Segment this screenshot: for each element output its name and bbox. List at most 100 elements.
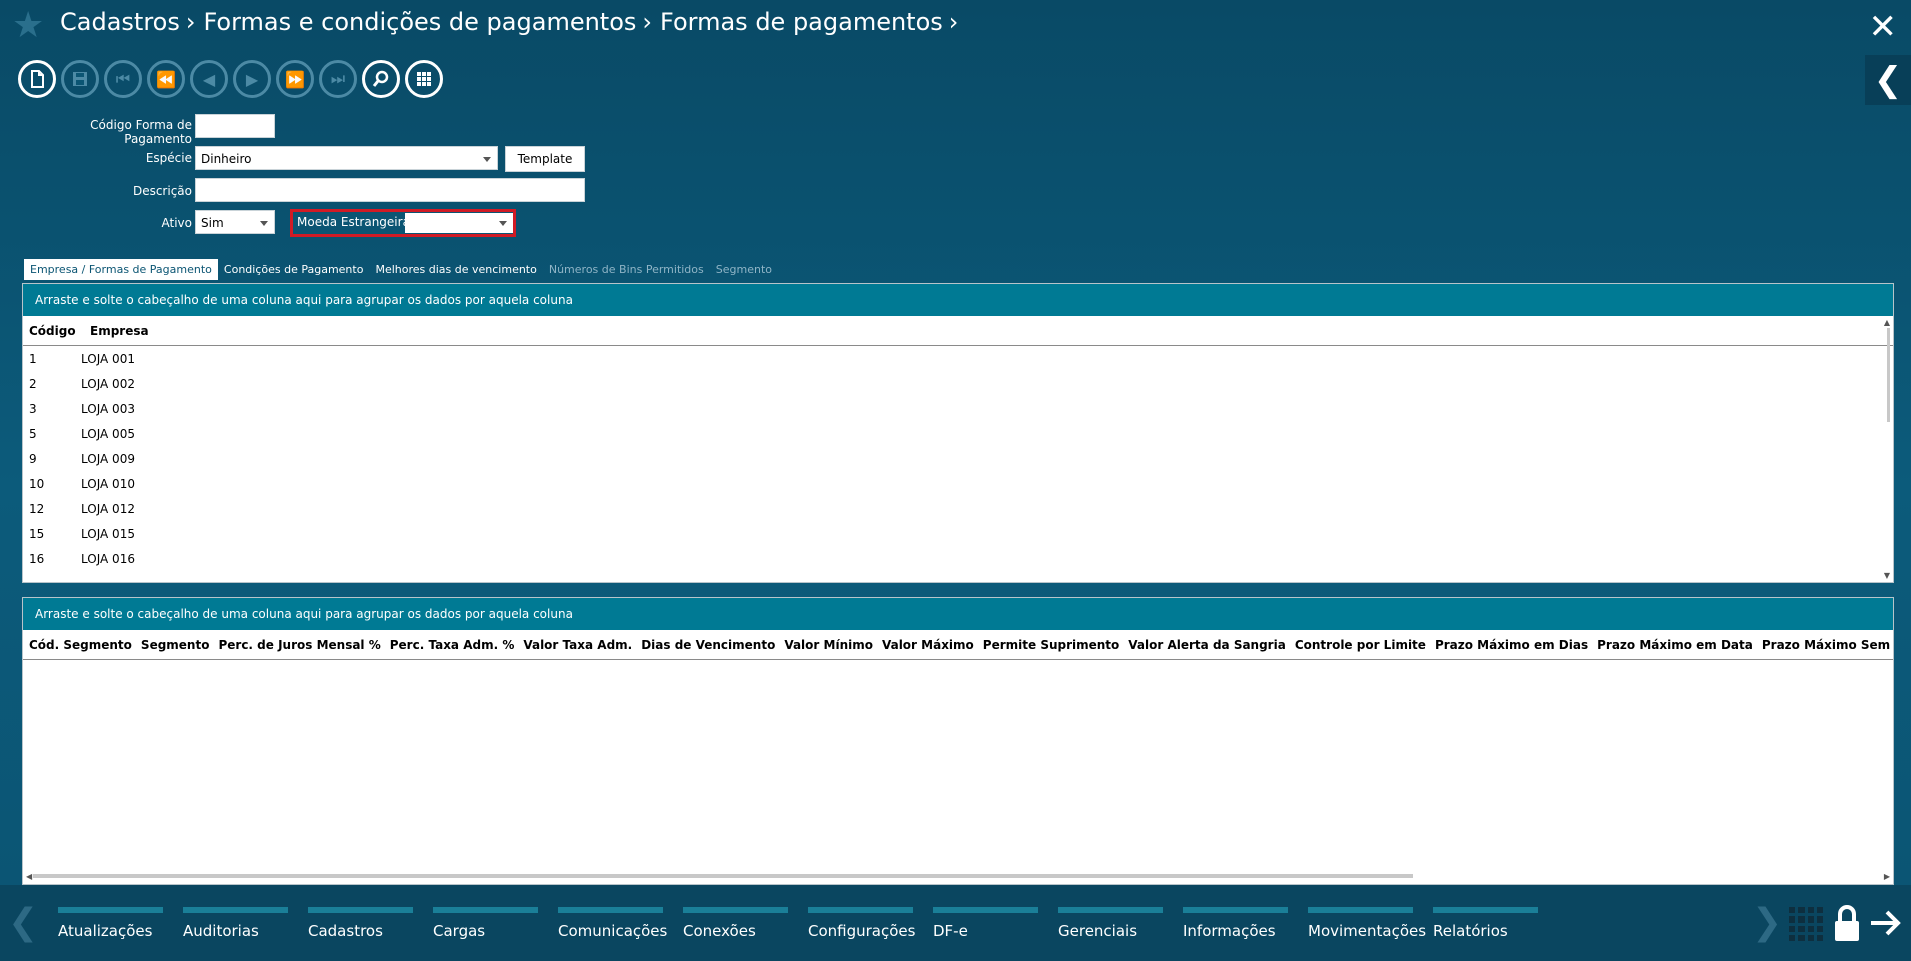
column-header[interactable]: Perc. Taxa Adm. % bbox=[390, 638, 515, 652]
vertical-scrollbar[interactable] bbox=[1887, 328, 1890, 422]
menu-item[interactable]: Comunicações bbox=[558, 907, 683, 940]
ativo-label: Ativo bbox=[161, 216, 192, 230]
scroll-up-icon[interactable]: ▲ bbox=[1884, 318, 1890, 327]
chevron-down-icon bbox=[260, 221, 268, 226]
menu-item[interactable]: Auditorias bbox=[183, 907, 308, 940]
tab-empresa-formas[interactable]: Empresa / Formas de Pagamento bbox=[24, 259, 218, 280]
column-header[interactable]: Valor Taxa Adm. bbox=[523, 638, 632, 652]
menu-item-label: Auditorias bbox=[183, 922, 259, 940]
grid-view-icon[interactable] bbox=[405, 60, 443, 98]
menu-item[interactable]: DF-e bbox=[933, 907, 1058, 940]
column-header[interactable]: Valor Mínimo bbox=[784, 638, 873, 652]
menu-item[interactable]: Relatórios bbox=[1433, 907, 1558, 940]
ativo-select[interactable]: Sim bbox=[195, 210, 275, 234]
template-button[interactable]: Template bbox=[505, 146, 585, 172]
table-row[interactable]: 10 LOJA 010 bbox=[23, 471, 1893, 496]
first-record-icon[interactable]: ⏮ bbox=[104, 60, 142, 98]
column-header[interactable]: Prazo Máximo Sem Juros em Dias bbox=[1762, 638, 1893, 652]
tab-bar: Empresa / Formas de Pagamento Condições … bbox=[24, 259, 778, 280]
tab-bins[interactable]: Números de Bins Permitidos bbox=[543, 259, 710, 280]
apps-grid-icon[interactable] bbox=[1789, 907, 1823, 941]
menu-item-label: Configurações bbox=[808, 922, 916, 940]
table-row[interactable]: 15 LOJA 015 bbox=[23, 521, 1893, 546]
group-by-hint: Arraste e solte o cabeçalho de uma colun… bbox=[23, 598, 1893, 630]
cell-codigo: 10 bbox=[29, 476, 45, 491]
menu-item-label: Cadastros bbox=[308, 922, 383, 940]
favorite-star-icon[interactable]: ★ bbox=[12, 6, 44, 46]
menu-item[interactable]: Cargas bbox=[433, 907, 558, 940]
menu-prev-chevron-icon[interactable]: ❮ bbox=[8, 903, 38, 943]
scroll-down-icon[interactable]: ▼ bbox=[1884, 571, 1890, 580]
menu-next-chevron-icon[interactable]: ❯ bbox=[1752, 903, 1782, 943]
menu-item[interactable]: Informações bbox=[1183, 907, 1308, 940]
menu-item-bar bbox=[933, 907, 1038, 913]
module-menu: Atualizações Auditorias Cadastros Cargas Com… bbox=[58, 907, 1558, 940]
fast-forward-icon[interactable]: ⏩ bbox=[276, 60, 314, 98]
cell-empresa: LOJA 012 bbox=[81, 501, 135, 516]
column-header[interactable]: Valor Máximo bbox=[882, 638, 974, 652]
rewind-icon[interactable]: ⏪ bbox=[147, 60, 185, 98]
cell-codigo: 3 bbox=[29, 401, 37, 416]
previous-record-icon[interactable]: ◀ bbox=[190, 60, 228, 98]
lock-icon[interactable] bbox=[1833, 903, 1861, 943]
column-header[interactable]: Perc. de Juros Mensal % bbox=[218, 638, 380, 652]
menu-item[interactable]: Configurações bbox=[808, 907, 933, 940]
scroll-right-icon[interactable]: ▶ bbox=[1884, 872, 1890, 881]
menu-item[interactable]: Atualizações bbox=[58, 907, 183, 940]
table-row[interactable]: 1 LOJA 001 bbox=[23, 346, 1893, 371]
column-header-empresa[interactable]: Empresa bbox=[90, 324, 149, 338]
table-row[interactable]: 16 LOJA 016 bbox=[23, 546, 1893, 571]
logout-arrow-icon[interactable] bbox=[1868, 905, 1904, 941]
menu-item-bar bbox=[1308, 907, 1413, 913]
table-row[interactable]: 12 LOJA 012 bbox=[23, 496, 1893, 521]
menu-item[interactable]: Cadastros bbox=[308, 907, 433, 940]
cell-codigo: 9 bbox=[29, 451, 37, 466]
table-row[interactable]: 5 LOJA 005 bbox=[23, 421, 1893, 446]
column-header[interactable]: Prazo Máximo em Data bbox=[1597, 638, 1753, 652]
breadcrumb-item-formas-pagamentos[interactable]: Formas de pagamentos bbox=[660, 8, 943, 36]
descricao-field[interactable] bbox=[195, 178, 585, 202]
table-row[interactable]: 3 LOJA 003 bbox=[23, 396, 1893, 421]
column-header[interactable]: Permite Suprimento bbox=[983, 638, 1120, 652]
next-record-icon[interactable]: ▶ bbox=[233, 60, 271, 98]
menu-item-bar bbox=[433, 907, 538, 913]
cell-empresa: LOJA 009 bbox=[81, 451, 135, 466]
new-document-icon[interactable] bbox=[18, 60, 56, 98]
column-header[interactable]: Dias de Vencimento bbox=[641, 638, 775, 652]
search-icon[interactable] bbox=[362, 60, 400, 98]
cell-codigo: 1 bbox=[29, 351, 37, 366]
grid-header: Código Empresa bbox=[23, 316, 1893, 346]
menu-item[interactable]: Movimentações bbox=[1308, 907, 1433, 940]
table-row[interactable]: 9 LOJA 009 bbox=[23, 446, 1893, 471]
cell-empresa: LOJA 002 bbox=[81, 376, 135, 391]
column-header[interactable]: Controle por Limite bbox=[1295, 638, 1426, 652]
group-by-hint: Arraste e solte o cabeçalho de uma colun… bbox=[23, 284, 1893, 316]
especie-label: Espécie bbox=[145, 151, 192, 165]
table-row[interactable]: 2 LOJA 002 bbox=[23, 371, 1893, 396]
moeda-estrangeira-select[interactable] bbox=[405, 213, 513, 233]
horizontal-scrollbar[interactable] bbox=[33, 874, 1413, 878]
column-header[interactable]: Prazo Máximo em Dias bbox=[1435, 638, 1588, 652]
column-header[interactable]: Valor Alerta da Sangria bbox=[1128, 638, 1286, 652]
column-header[interactable]: Cód. Segmento bbox=[29, 638, 132, 652]
menu-item[interactable]: Conexões bbox=[683, 907, 808, 940]
tab-condicoes[interactable]: Condições de Pagamento bbox=[218, 259, 370, 280]
scroll-left-icon[interactable]: ◀ bbox=[26, 872, 32, 881]
cell-codigo: 12 bbox=[29, 501, 45, 516]
column-header-codigo[interactable]: Código bbox=[29, 324, 81, 338]
cell-empresa: LOJA 010 bbox=[81, 476, 135, 491]
breadcrumb-item-formas-condicoes[interactable]: Formas e condições de pagamentos bbox=[203, 8, 636, 36]
save-icon[interactable] bbox=[61, 60, 99, 98]
column-header[interactable]: Segmento bbox=[141, 638, 210, 652]
especie-select[interactable]: Dinheiro bbox=[195, 146, 498, 170]
menu-item-label: Cargas bbox=[433, 922, 486, 940]
collapse-panel-chevron-left-icon[interactable]: ❮ bbox=[1865, 55, 1911, 105]
last-record-icon[interactable]: ⏭ bbox=[319, 60, 357, 98]
tab-segmento[interactable]: Segmento bbox=[710, 259, 778, 280]
close-icon[interactable]: ✕ bbox=[1869, 10, 1898, 44]
menu-item-label: Gerenciais bbox=[1058, 922, 1138, 940]
breadcrumb-item-cadastros[interactable]: Cadastros bbox=[60, 8, 180, 36]
tab-melhores-dias[interactable]: Melhores dias de vencimento bbox=[369, 259, 542, 280]
codigo-field[interactable] bbox=[195, 114, 275, 138]
menu-item[interactable]: Gerenciais bbox=[1058, 907, 1183, 940]
